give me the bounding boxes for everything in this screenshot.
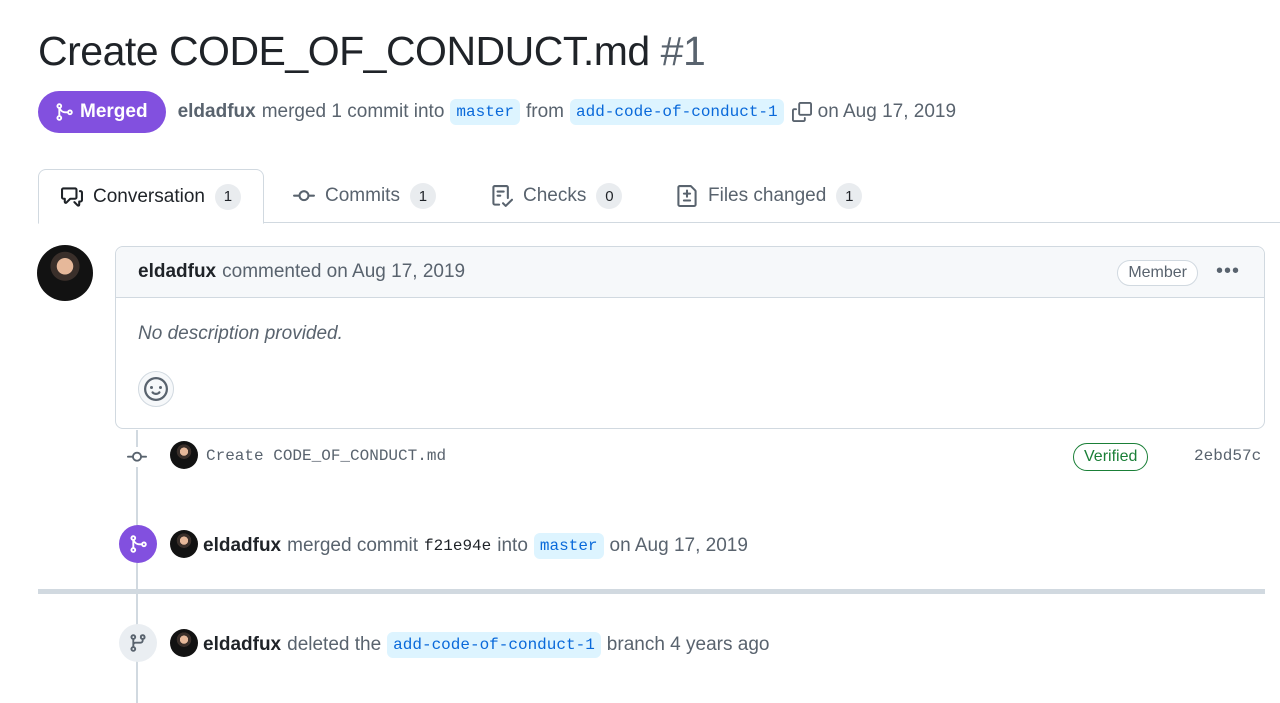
state-label: Merged: [80, 101, 148, 122]
tab-checks-label: Checks: [523, 185, 587, 206]
pr-author-link[interactable]: eldadfux: [178, 101, 256, 123]
merge-text: merged 1 commit into: [261, 101, 445, 122]
smiley-icon: [144, 377, 168, 401]
deleted-text: deleted the: [287, 634, 382, 655]
comment-author-avatar[interactable]: [37, 245, 93, 301]
merged-event: eldadfux merged commit f21e94e into mast…: [0, 524, 1280, 564]
pr-title: Create CODE_OF_CONDUCT.md: [38, 28, 650, 74]
deleted-author-avatar[interactable]: [170, 629, 198, 657]
deleted-time: branch 4 years ago: [606, 634, 770, 655]
commit-row: Create CODE_OF_CONDUCT.md Verified 2ebd5…: [0, 440, 1280, 474]
comment-body: No description provided.: [138, 323, 343, 344]
tab-commits-count: 1: [409, 183, 436, 209]
deleted-event-text: eldadfux deleted the add-code-of-conduct…: [203, 632, 769, 658]
tab-checks-count: 0: [596, 183, 623, 209]
tab-files-changed-label: Files changed: [708, 185, 827, 206]
head-branch-link[interactable]: add-code-of-conduct-1: [570, 99, 784, 125]
tab-commits[interactable]: Commits 1: [271, 169, 458, 223]
comment-action[interactable]: commented on Aug 17, 2019: [222, 261, 465, 283]
merged-text: merged commit: [287, 535, 419, 556]
branch-deleted-event: eldadfux deleted the add-code-of-conduct…: [0, 623, 1280, 663]
git-merge-icon: [56, 103, 73, 121]
merged-author-link[interactable]: eldadfux: [203, 535, 281, 557]
deleted-author-link[interactable]: eldadfux: [203, 634, 281, 656]
timeline-separator: [38, 589, 1265, 594]
merged-event-text: eldadfux merged commit f21e94e into mast…: [203, 533, 748, 559]
comment-box: eldadfux commented on Aug 17, 2019 Membe…: [115, 246, 1265, 429]
pr-tabs: Conversation 1 Commits 1 Checks 0 Files …: [38, 169, 1280, 224]
merged-author-avatar[interactable]: [170, 530, 198, 558]
pr-number: #1: [660, 28, 706, 74]
verified-badge[interactable]: Verified: [1073, 443, 1149, 471]
file-diff-icon: [677, 185, 697, 207]
merged-base-branch-link[interactable]: master: [533, 533, 604, 559]
pr-title-row: Create CODE_OF_CONDUCT.md #1: [38, 28, 706, 75]
base-branch-link[interactable]: master: [450, 99, 520, 125]
from-text: from: [526, 101, 564, 122]
comment-header: eldadfux commented on Aug 17, 2019: [116, 247, 1264, 298]
copy-icon[interactable]: [791, 102, 812, 122]
merged-date[interactable]: on Aug 17, 2019: [610, 535, 748, 557]
pr-date: on Aug 17, 2019: [817, 101, 957, 122]
commit-message-link[interactable]: Create CODE_OF_CONDUCT.md: [206, 447, 446, 465]
comment-author-link[interactable]: eldadfux: [138, 261, 216, 283]
pr-meta: Merged eldadfux merged 1 commit into mas…: [38, 91, 956, 133]
tab-checks[interactable]: Checks 0: [469, 169, 644, 223]
merged-state-badge: Merged: [38, 91, 166, 133]
comment-discussion-icon: [61, 186, 83, 207]
tab-commits-label: Commits: [325, 185, 400, 206]
merge-commit-sha-link[interactable]: f21e94e: [424, 537, 491, 555]
tab-conversation-count: 1: [214, 183, 241, 210]
into-text: into: [497, 535, 528, 556]
tab-files-changed-count: 1: [836, 183, 863, 209]
deleted-branch-name: add-code-of-conduct-1: [387, 632, 601, 658]
tab-conversation[interactable]: Conversation 1: [38, 169, 264, 224]
git-branch-icon: [119, 624, 157, 662]
checklist-icon: [492, 185, 513, 207]
git-merge-icon: [119, 525, 157, 563]
tab-files-changed[interactable]: Files changed 1: [654, 169, 884, 223]
git-commit-icon: [293, 190, 315, 202]
kebab-menu-icon[interactable]: •••: [1216, 261, 1240, 281]
member-badge: Member: [1117, 260, 1198, 286]
add-reaction-button[interactable]: [138, 371, 174, 407]
git-commit-icon: [126, 447, 148, 467]
tab-conversation-label: Conversation: [93, 185, 205, 207]
commit-sha-link[interactable]: 2ebd57c: [1194, 447, 1261, 465]
commit-author-avatar[interactable]: [170, 441, 198, 469]
